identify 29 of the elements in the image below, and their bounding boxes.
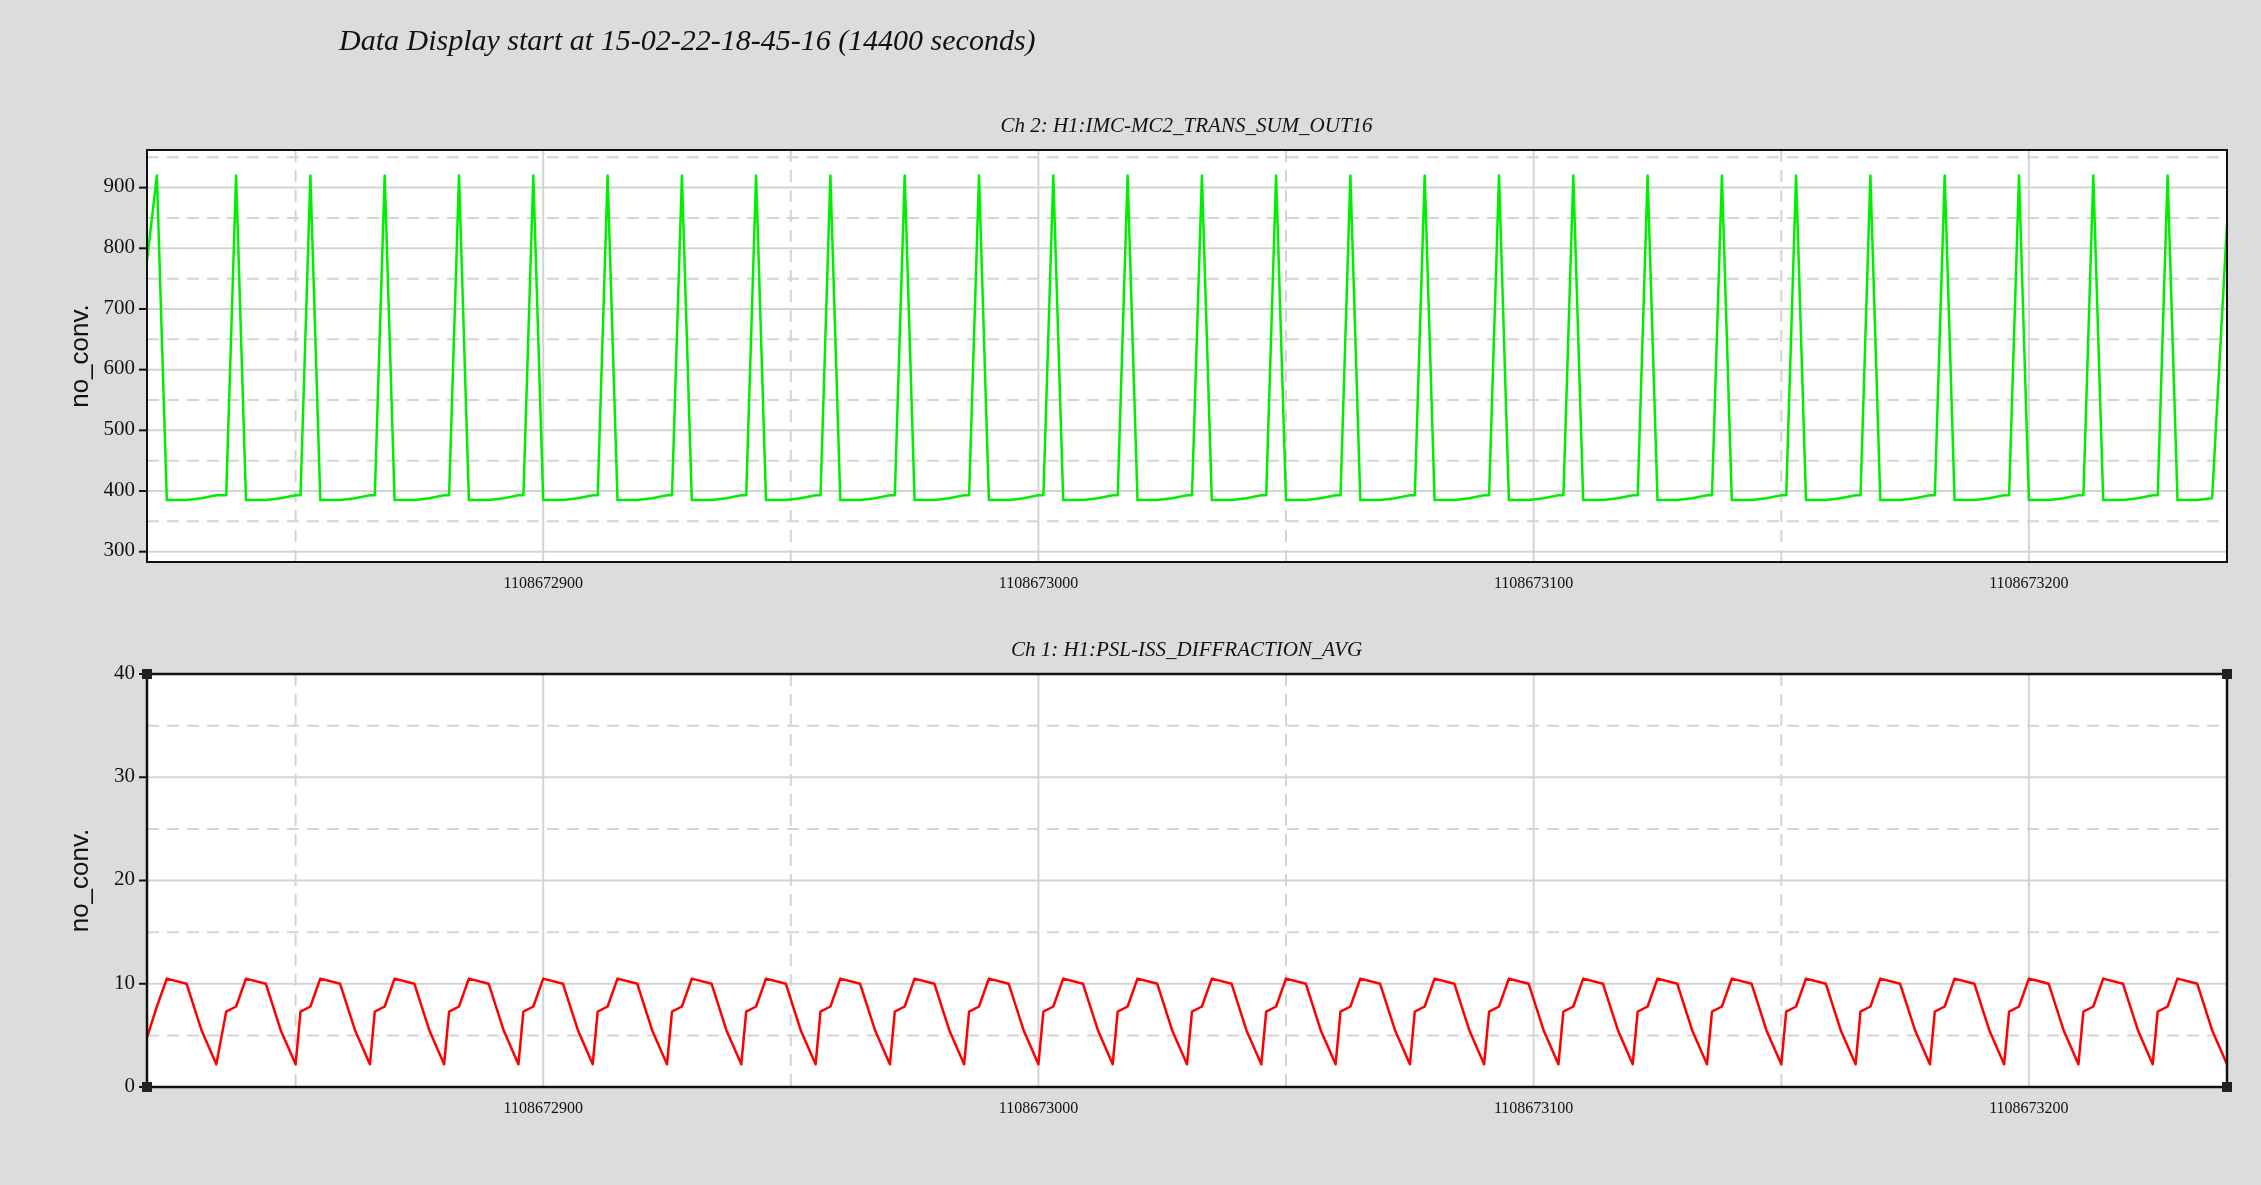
axis-tick-label: 800 [103, 234, 135, 259]
axis-tick-label: 1108673000 [998, 574, 1079, 591]
axis-tick-label: 1108672900 [503, 574, 583, 591]
selection-handle[interactable] [2222, 1082, 2232, 1092]
axis-tick-label: 1108673200 [1989, 1099, 2069, 1116]
axis-tick-label: 400 [103, 476, 135, 501]
selection-handle[interactable] [2222, 669, 2232, 679]
selection-handle[interactable] [142, 669, 152, 679]
axis-tick-label: 1108673000 [998, 1099, 1079, 1116]
axis-tick-label: 1108673200 [1989, 574, 2069, 591]
selection-handle[interactable] [142, 1082, 152, 1092]
axis-tick-label: 40 [114, 664, 135, 684]
axis-tick-label: 700 [103, 294, 135, 319]
display-title: Data Display start at 15-02-22-18-45-16 (14400 seconds) [339, 23, 1036, 57]
axis-tick-label: 10 [114, 969, 135, 994]
axis-tick-label: 30 [114, 763, 135, 788]
axis-label: no_conv. [64, 304, 94, 408]
axis-tick-label: 1108673100 [1493, 574, 1574, 591]
chart-title: Ch 1: H1:PSL-ISS_DIFFRACTION_AVG [1010, 636, 1363, 663]
axis-tick-label: 500 [103, 416, 135, 441]
axis-label: no_conv. [64, 828, 94, 933]
axis-tick-label: 900 [103, 173, 135, 198]
axis-tick-label: 1108672900 [503, 1099, 583, 1116]
axis-tick-label: 300 [103, 537, 135, 562]
axis-tick-label: 0 [124, 1072, 135, 1097]
axis-tick-label: 600 [103, 355, 135, 380]
axis-tick-label: 1108673100 [1493, 1099, 1574, 1116]
chart-title: Ch 2: H1:IMC-MC2_TRANS_SUM_OUT16 [1000, 112, 1373, 139]
axis-tick-label: 20 [114, 866, 135, 891]
